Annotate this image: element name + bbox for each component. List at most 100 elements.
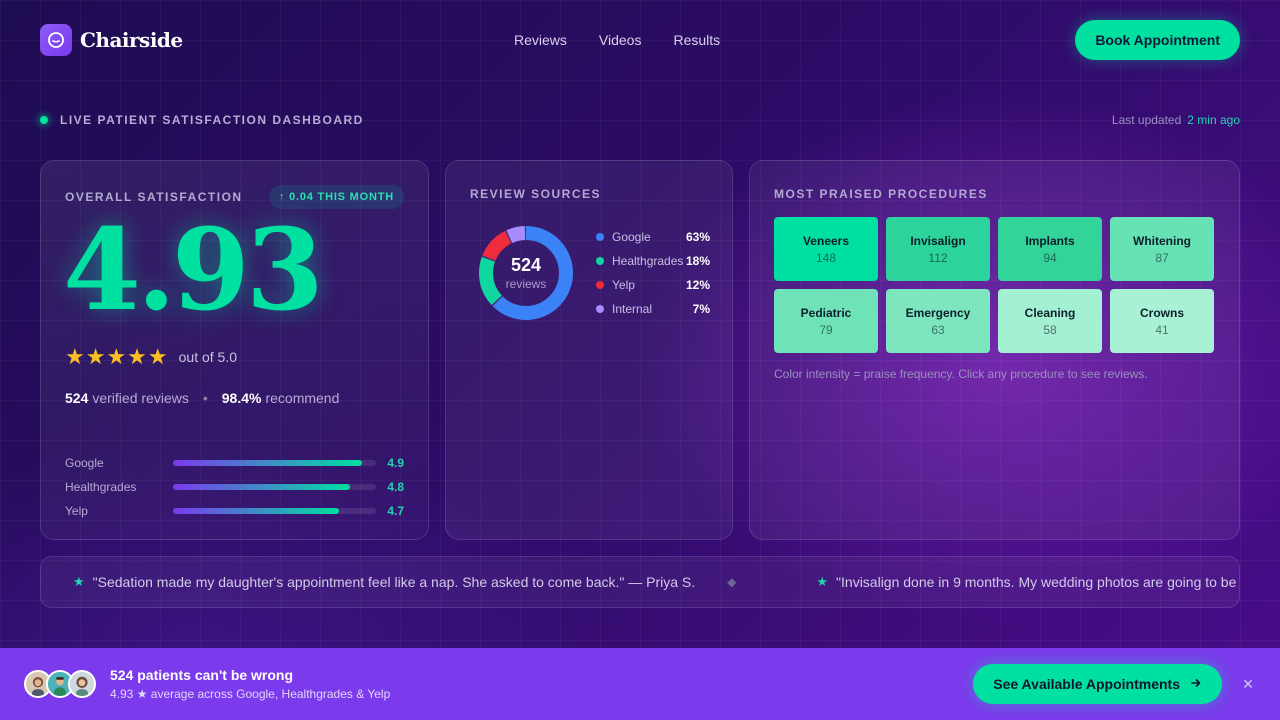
source-rating-row: Yelp 4.7 [65,499,404,523]
legend-dot-icon [596,281,604,289]
review-sources-legend: Google 63% Healthgrades 18% Yelp 12% Int… [596,225,710,321]
rating-bar [173,508,376,514]
book-appointment-button[interactable]: Book Appointment [1075,20,1240,60]
arrow-right-icon [1190,676,1202,692]
nav-results[interactable]: Results [673,32,720,48]
legend-value: 12% [685,278,710,292]
overall-satisfaction-card: OVERALL SATISFACTION ↑ 0.04 THIS MONTH 4… [40,160,429,540]
procedure-count: 58 [1043,322,1057,337]
close-icon[interactable]: × [1240,674,1256,694]
last-updated: Last updated 2 min ago [1112,113,1240,127]
see-appointments-label: See Available Appointments [993,676,1180,692]
promo-subtitle: 4.93 ★ average across Google, Healthgrad… [110,687,391,701]
last-updated-label: Last updated [1111,113,1182,127]
procedure-tile-implants[interactable]: Implants 94 [998,217,1102,281]
rating-bar-fill [173,508,340,514]
procedure-name: Pediatric [800,305,852,320]
legend-item[interactable]: Healthgrades 18% [596,249,710,273]
source-rating-row: Google 4.9 [65,451,404,475]
overall-score: 4.93 [63,205,324,336]
promo-title: 524 patients can't be wrong [110,667,294,683]
legend-item[interactable]: Internal 7% [596,297,710,321]
last-updated-time: 2 min ago [1187,113,1240,127]
procedure-tile-crowns[interactable]: Crowns 41 [1110,289,1214,353]
review-sources-title: REVIEW SOURCES [470,187,602,201]
source-rating-name: Healthgrades [65,480,137,494]
promo-text: 524 patients can't be wrong 4.93 ★ avera… [110,667,390,701]
live-indicator-icon [40,116,48,124]
testimonial-ticker: ★ "Sedation made my daughter's appointme… [40,556,1240,608]
verified-label: verified reviews [92,390,189,406]
status-row: LIVE PATIENT SATISFACTION DASHBOARD Last… [40,112,1240,128]
procedure-tile-emergency[interactable]: Emergency 63 [886,289,990,353]
legend-item[interactable]: Google 63% [596,225,710,249]
main-nav: Reviews Videos Results [514,32,720,48]
legend-name: Google [612,230,651,244]
legend-dot-icon [596,233,604,241]
diamond-separator-icon: ◆ [727,575,737,589]
procedure-tile-pediatric[interactable]: Pediatric 79 [774,289,878,353]
site-header: Chairside Reviews Videos Results Book Ap… [40,20,1240,60]
source-rating-row: Healthgrades 4.8 [65,475,404,499]
dashboard-label: LIVE PATIENT SATISFACTION DASHBOARD [60,113,364,127]
procedure-count: 148 [815,250,837,265]
star-icon: ★ [816,574,829,589]
procedure-tile-invisalign[interactable]: Invisalign 112 [886,217,990,281]
source-ratings: Google 4.9 Healthgrades 4.8 Yelp 4.7 [65,451,404,523]
ticker-track: ★ "Sedation made my daughter's appointme… [41,574,1236,590]
testimonial-quote: "Sedation made my daughter's appointment… [92,574,696,590]
promo-bar: 524 patients can't be wrong 4.93 ★ avera… [0,648,1280,720]
procedure-name: Veneers [802,233,850,248]
procedure-name: Cleaning [1024,305,1076,320]
verified-count: 524 [65,390,89,406]
source-rating-name: Google [65,456,104,470]
donut-total-label: reviews [505,277,547,291]
procedure-count: 112 [928,250,948,265]
patient-avatars [24,670,96,698]
legend-dot-icon [596,305,604,313]
rating-bar [173,484,376,490]
legend-value: 63% [685,230,710,244]
recommend-label: recommend [265,390,340,406]
rating-stars-row: ★★★★★ out of 5.0 [65,344,237,370]
donut-center: 524 reviews [476,223,576,323]
procedures-note: Color intensity = praise frequency. Clic… [774,367,1148,381]
procedure-name: Invisalign [910,233,966,248]
smile-icon [40,24,72,56]
procedure-tile-whitening[interactable]: Whitening 87 [1110,217,1214,281]
legend-dot-icon [596,257,604,265]
testimonial-quote: "Invisalign done in 9 months. My wedding… [836,574,1237,590]
rating-scale: out of 5.0 [178,349,238,365]
review-sources-donut: 524 reviews [476,223,576,323]
rating-bar-fill [173,460,362,466]
procedure-count: 87 [1155,250,1169,265]
legend-name: Yelp [612,278,635,292]
brand[interactable]: Chairside [40,24,183,56]
procedure-name: Implants [1025,233,1075,248]
procedure-tile-veneers[interactable]: Veneers 148 [774,217,878,281]
source-rating-score: 4.8 [387,480,404,494]
nav-videos[interactable]: Videos [599,32,642,48]
procedure-count: 41 [1155,322,1169,337]
brand-name: Chairside [80,28,183,52]
procedure-tile-cleaning[interactable]: Cleaning 58 [998,289,1102,353]
legend-value: 7% [692,302,710,316]
avatar [68,670,96,698]
legend-value: 18% [685,254,710,268]
procedures-card: MOST PRAISED PROCEDURES Veneers 148 Invis… [749,160,1240,540]
review-meta: 524 verified reviews • 98.4% recommend [65,390,339,406]
procedure-name: Emergency [905,305,971,320]
legend-item[interactable]: Yelp 12% [596,273,710,297]
source-rating-score: 4.9 [387,456,404,470]
procedure-name: Whitening [1133,233,1191,248]
procedure-count: 63 [931,322,945,337]
procedures-title: MOST PRAISED PROCEDURES [774,187,988,201]
procedure-heatmap: Veneers 148 Invisalign 112 Implants 94 Whit… [774,217,1214,353]
nav-reviews[interactable]: Reviews [514,32,567,48]
legend-name: Healthgrades [612,254,684,268]
see-appointments-button[interactable]: See Available Appointments [973,664,1222,704]
procedure-count: 79 [819,322,833,337]
procedure-name: Crowns [1139,305,1184,320]
rating-bar-fill [173,484,350,490]
meta-separator: • [202,390,208,406]
